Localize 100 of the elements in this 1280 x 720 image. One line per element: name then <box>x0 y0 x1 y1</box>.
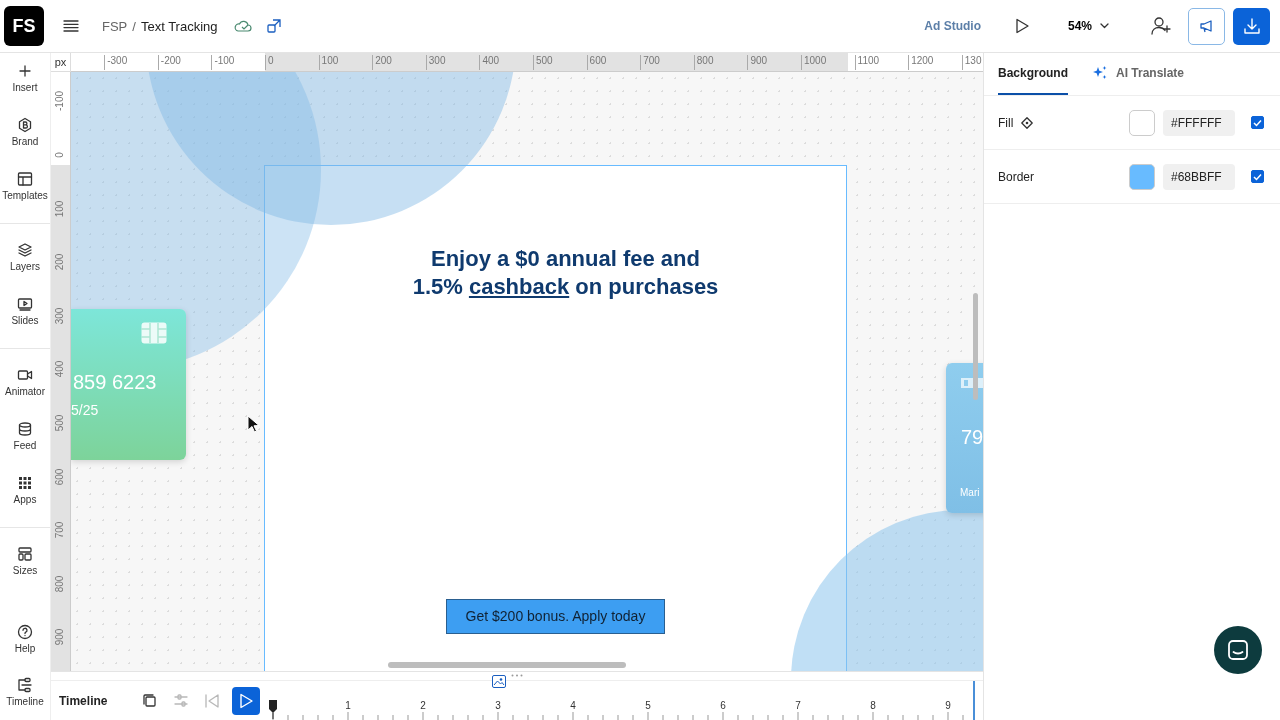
ruler-label: 500 <box>54 413 66 434</box>
hex-field[interactable]: #FFFFFF <box>1163 109 1235 136</box>
chat-icon <box>1227 639 1249 661</box>
sidebar-item[interactable]: Apps <box>0 465 50 519</box>
ruler-label: -100 <box>211 55 235 70</box>
card-holder: Mari <box>960 486 980 498</box>
ruler-label: -200 <box>157 55 181 70</box>
ruler-label: 1200 <box>908 55 934 70</box>
ruler-unit: px <box>51 53 71 72</box>
sizes-icon <box>17 546 33 562</box>
layers-icon <box>17 242 33 258</box>
download-button[interactable] <box>1233 7 1270 45</box>
play-button[interactable] <box>232 686 260 715</box>
time-mark: 6 <box>719 700 727 712</box>
studio-link[interactable]: Ad Studio <box>924 19 981 33</box>
app-logo[interactable]: FS <box>4 6 44 46</box>
sidebar-item[interactable]: Animator <box>0 357 50 411</box>
ruler-label: 300 <box>54 306 66 327</box>
database-icon <box>17 421 33 437</box>
ruler-label: 700 <box>640 55 660 70</box>
document-title: Text Tracking <box>140 18 218 34</box>
sidebar-item[interactable]: Brand <box>0 107 50 161</box>
time-mark: 8 <box>869 700 877 712</box>
ruler-label: 0 <box>265 55 274 70</box>
time-mark: 4 <box>569 700 577 712</box>
megaphone-icon <box>1198 19 1215 33</box>
chip-icon <box>141 321 167 344</box>
card-number: 859 6223 <box>73 370 157 394</box>
announce-button[interactable] <box>1188 7 1225 45</box>
ruler-label: 900 <box>747 55 768 70</box>
cloud-check-icon <box>233 20 252 32</box>
time-mark: 1 <box>344 700 352 712</box>
layout-icon <box>17 171 33 187</box>
ruler-label: 300 <box>425 55 446 70</box>
time-mark: 2 <box>419 700 427 712</box>
panel-tab[interactable]: Background <box>998 53 1068 95</box>
link[interactable]: cashback <box>468 273 570 299</box>
help-icon <box>17 624 33 640</box>
ruler-label: 0 <box>54 151 66 160</box>
playhead[interactable] <box>268 699 278 720</box>
menu-icon[interactable] <box>63 19 79 33</box>
ruler-label: 1100 <box>854 55 880 70</box>
skip-back-icon <box>204 692 220 709</box>
artboard[interactable] <box>264 164 847 672</box>
property-label: Fill <box>998 115 1014 130</box>
panel-tab[interactable]: AI Translate <box>1092 53 1185 95</box>
breadcrumb-separator: / <box>132 18 136 34</box>
scrollbar[interactable] <box>388 661 626 668</box>
plus-icon <box>17 63 33 79</box>
timeline-icon <box>17 677 33 693</box>
add-user-icon[interactable] <box>1151 17 1171 35</box>
breadcrumb-link[interactable]: FSP <box>102 18 128 34</box>
card-number: 79 <box>961 425 983 449</box>
sidebar-item[interactable]: Feed <box>0 411 50 465</box>
ruler-label: 100 <box>318 55 339 70</box>
ruler-label: 130 <box>961 55 982 70</box>
apps-grid-icon <box>17 475 33 491</box>
sidebar-item[interactable]: Sizes <box>0 536 50 590</box>
share-icon[interactable] <box>266 19 281 33</box>
ruler-label: -100 <box>54 90 66 114</box>
image-icon[interactable] <box>492 675 506 689</box>
ruler-label: 600 <box>586 55 607 70</box>
headline: Enjoy a $0 annual fee and 1.5% cashback on purchases <box>411 244 720 301</box>
property-label: Border <box>998 169 1035 184</box>
sidebar-item[interactable]: Templates <box>0 161 50 215</box>
time-mark: 9 <box>944 700 952 712</box>
slides-icon <box>17 296 33 312</box>
ruler-label: 400 <box>479 55 500 70</box>
cta-button[interactable]: Get $200 bonus. Apply today <box>446 598 665 634</box>
caret-icon <box>1100 23 1109 29</box>
download-icon <box>1243 18 1260 34</box>
ruler-label: 600 <box>54 467 66 487</box>
timeline-end-marker <box>973 681 975 720</box>
sidebar-item[interactable]: Insert <box>0 53 50 107</box>
hex-field[interactable]: #68BBFF <box>1163 163 1235 190</box>
ruler-label: 400 <box>54 360 66 380</box>
zoom-dropdown[interactable]: 54% <box>1061 18 1115 34</box>
ruler-label: 800 <box>54 574 66 595</box>
chat-button[interactable] <box>1214 626 1262 674</box>
color-swatch[interactable] <box>1129 163 1155 190</box>
hexagon-icon <box>17 117 33 133</box>
checkbox[interactable] <box>1251 116 1264 129</box>
video-camera-icon <box>17 367 33 383</box>
sidebar-item[interactable]: Help <box>0 614 50 667</box>
diamond-icon[interactable] <box>1021 116 1034 129</box>
play-icon[interactable] <box>1014 18 1029 34</box>
checkbox[interactable] <box>1251 170 1264 183</box>
cursor-icon <box>247 414 259 433</box>
copy-icon <box>142 692 158 709</box>
ruler-label: 200 <box>54 252 66 273</box>
sidebar-item[interactable]: Timeline <box>0 667 50 720</box>
sidebar-item[interactable]: Slides <box>0 286 50 340</box>
ruler-label: 700 <box>54 520 66 541</box>
sidebar-item[interactable]: Layers <box>0 232 50 286</box>
timeline-title: Timeline <box>59 693 109 708</box>
card-expiry: 5/25 <box>71 401 99 418</box>
color-swatch[interactable] <box>1129 109 1155 136</box>
scrollbar[interactable] <box>973 292 978 400</box>
ruler-label: 900 <box>54 628 66 648</box>
drag-handle[interactable] <box>511 674 523 678</box>
